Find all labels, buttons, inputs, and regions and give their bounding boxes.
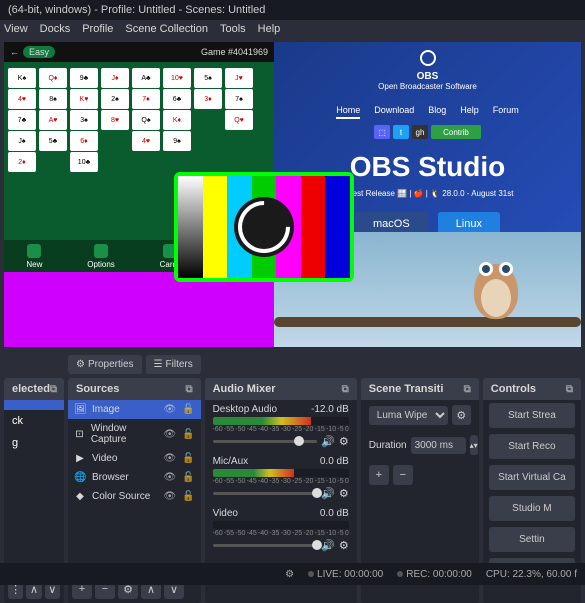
- obs-logo-icon: [234, 197, 294, 257]
- volume-slider[interactable]: [213, 440, 318, 443]
- audio-meter: [213, 469, 349, 477]
- channel-settings-icon[interactable]: ⚙: [339, 435, 349, 448]
- lock-icon[interactable]: 🔓: [182, 429, 194, 440]
- duration-stepper[interactable]: ▴▾: [470, 435, 478, 455]
- remove-transition-button[interactable]: −: [393, 465, 413, 485]
- popout-icon[interactable]: ⧉: [342, 384, 349, 395]
- channel-name: Mic/Aux: [213, 456, 249, 467]
- visibility-icon[interactable]: 👁: [163, 453, 176, 464]
- window-title: (64-bit, windows) - Profile: Untitled - …: [0, 0, 585, 20]
- channel-level: 0.0 dB: [320, 508, 349, 519]
- gear-icon: ⚙: [76, 359, 85, 370]
- source-label: Image: [92, 404, 120, 415]
- lock-icon[interactable]: 🔓: [182, 472, 194, 483]
- scene-item[interactable]: g: [4, 432, 64, 454]
- menu-profile[interactable]: Profile: [82, 23, 113, 35]
- lock-icon[interactable]: 🔓: [182, 453, 194, 464]
- start-virtual-camera-button[interactable]: Start Virtual Ca: [489, 465, 575, 490]
- volume-slider[interactable]: [213, 492, 318, 495]
- scene-item[interactable]: [4, 400, 64, 410]
- filters-button[interactable]: ☰Filters: [146, 355, 201, 374]
- audio-meter: [213, 521, 349, 529]
- menu-tools[interactable]: Tools: [220, 23, 246, 35]
- menu-docks[interactable]: Docks: [40, 23, 71, 35]
- source-item[interactable]: ▶ Video 👁 🔓: [68, 449, 201, 468]
- live-status: LIVE: 00:00:00: [308, 569, 383, 580]
- mixer-channel: Desktop Audio-12.0 dB-60-55-50-45-40-35-…: [205, 400, 357, 452]
- menu-scene-collection[interactable]: Scene Collection: [125, 23, 208, 35]
- properties-button[interactable]: ⚙Properties: [68, 355, 142, 374]
- source-type-icon: 🌐: [74, 472, 86, 483]
- source-type-icon: 🖼: [74, 404, 86, 415]
- popout-icon[interactable]: ⧉: [566, 384, 573, 395]
- source-type-icon: ⊡: [74, 429, 85, 440]
- channel-settings-icon[interactable]: ⚙: [339, 487, 349, 500]
- preview-canvas[interactable]: ←Easy Game #4041969 K♠4♥7♣J♠2♦ Q♦8♠A♥5♣ …: [4, 42, 581, 347]
- popout-icon[interactable]: ⧉: [464, 384, 471, 395]
- studio-mode-button[interactable]: Studio M: [489, 496, 575, 521]
- transition-select[interactable]: Luma Wipe: [369, 406, 448, 425]
- menu-bar: View Docks Profile Scene Collection Tool…: [0, 20, 585, 38]
- mixer-channel: Video0.0 dB-60-55-50-45-40-35-30-25-20-1…: [205, 504, 357, 556]
- source-test-pattern: [174, 172, 354, 282]
- lock-icon[interactable]: 🔓: [182, 491, 194, 502]
- source-label: Color Source: [92, 491, 150, 502]
- visibility-icon[interactable]: 👁: [163, 491, 176, 502]
- visibility-icon[interactable]: 👁: [163, 472, 176, 483]
- source-color: [4, 272, 274, 347]
- menu-help[interactable]: Help: [258, 23, 281, 35]
- visibility-icon[interactable]: 👁: [163, 429, 176, 440]
- duration-label: Duration: [369, 440, 407, 451]
- channel-level: -12.0 dB: [311, 404, 349, 415]
- transition-settings-button[interactable]: ⚙: [452, 405, 471, 425]
- gear-icon[interactable]: ⚙: [285, 569, 294, 580]
- popout-icon[interactable]: ⧉: [185, 384, 192, 395]
- scene-item[interactable]: ck: [4, 410, 64, 432]
- lock-icon[interactable]: 🔓: [182, 404, 194, 415]
- speaker-icon[interactable]: 🔊: [321, 539, 335, 552]
- speaker-icon[interactable]: 🔊: [321, 487, 335, 500]
- source-label: Video: [92, 453, 117, 464]
- start-streaming-button[interactable]: Start Strea: [489, 403, 575, 428]
- status-bar: ⚙ LIVE: 00:00:00 REC: 00:00:00 CPU: 22.3…: [0, 563, 585, 585]
- source-label: Window Capture: [91, 423, 158, 445]
- cpu-status: CPU: 22.3%, 60.00 f: [486, 569, 577, 580]
- channel-name: Video: [213, 508, 238, 519]
- source-item[interactable]: ◆ Color Source 👁 🔓: [68, 487, 201, 506]
- channel-name: Desktop Audio: [213, 404, 278, 415]
- source-type-icon: ◆: [74, 491, 86, 502]
- source-type-icon: ▶: [74, 453, 86, 464]
- start-recording-button[interactable]: Start Reco: [489, 434, 575, 459]
- audio-meter: [213, 417, 349, 425]
- duration-input[interactable]: [411, 437, 466, 454]
- source-label: Browser: [92, 472, 129, 483]
- visibility-icon[interactable]: 👁: [163, 404, 176, 415]
- source-item[interactable]: 🖼 Image 👁 🔓: [68, 400, 201, 419]
- volume-slider[interactable]: [213, 544, 318, 547]
- speaker-icon[interactable]: 🔊: [321, 435, 335, 448]
- source-item[interactable]: 🌐 Browser 👁 🔓: [68, 468, 201, 487]
- rec-status: REC: 00:00:00: [397, 569, 472, 580]
- mixer-channel: Mic/Aux0.0 dB-60-55-50-45-40-35-30-25-20…: [205, 452, 357, 504]
- menu-view[interactable]: View: [4, 23, 28, 35]
- channel-settings-icon[interactable]: ⚙: [339, 539, 349, 552]
- add-transition-button[interactable]: +: [369, 465, 389, 485]
- source-item[interactable]: ⊡ Window Capture 👁 🔓: [68, 419, 201, 449]
- settings-button[interactable]: Settin: [489, 527, 575, 552]
- channel-level: 0.0 dB: [320, 456, 349, 467]
- filters-icon: ☰: [154, 359, 163, 370]
- popout-icon[interactable]: ⧉: [50, 384, 57, 395]
